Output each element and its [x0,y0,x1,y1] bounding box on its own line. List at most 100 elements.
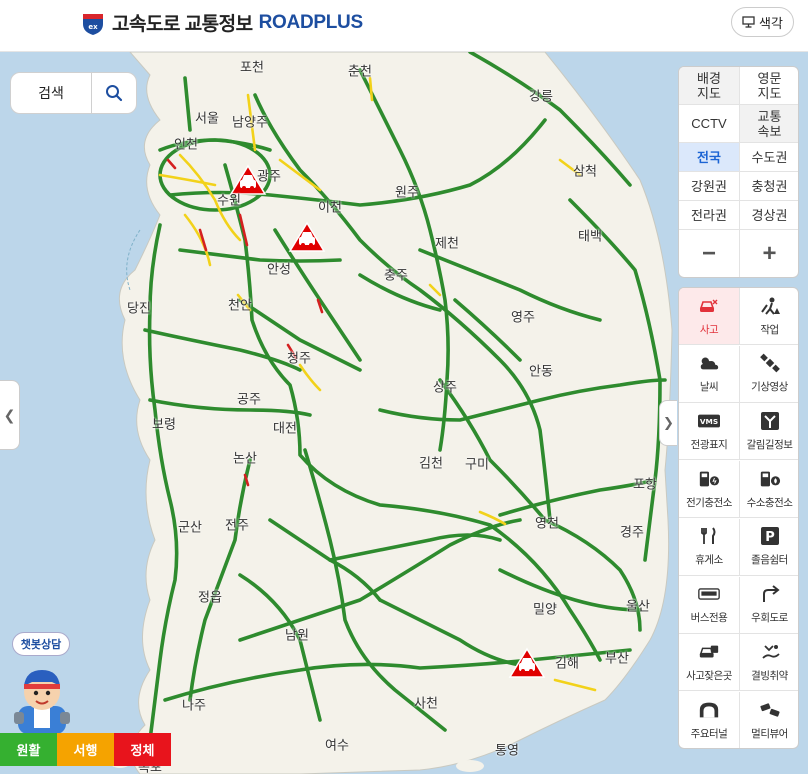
layer-toggle-roadwork[interactable]: 작업 [739,288,798,345]
layer-toggle-label: 우회도로 [751,612,788,624]
city-label: 충주 [384,267,408,283]
brand-name: ROADPLUS [258,11,364,33]
detour-icon [759,584,781,604]
city-label: 인천 [174,136,198,152]
city-label: 춘천 [348,63,372,79]
city-label: 구미 [465,456,489,472]
layer-toggle-label: 결빙취약 [751,669,788,682]
layer-toggle-vms[interactable]: VMS 전광표지 [679,403,739,461]
city-label: 포항 [633,476,657,492]
layer-toggle-parking[interactable]: P 졸음쉼터 [739,518,798,576]
layer-toggle-label: 멀티뷰어 [751,727,788,740]
city-label: 논산 [233,450,257,466]
layer-toggle-weather[interactable]: 날씨 [679,346,739,403]
svg-text:ex: ex [88,23,98,31]
layer-toggle-ev-charger[interactable]: 전기충전소 [679,461,739,519]
weather-icon [698,353,720,373]
layer-toggle-tunnel[interactable]: 주요터널 [679,692,739,748]
layer-toggle-label: 주요터널 [690,727,728,740]
map-type-option[interactable]: 영문 지도 [739,67,798,105]
parking-icon: P [759,526,781,546]
city-label: 김천 [419,455,443,471]
region-tab[interactable]: 수도권 [739,143,798,172]
layer-toggle-label: 졸음쉼터 [751,554,788,567]
search-button[interactable] [92,72,136,114]
right-panel-toggle[interactable]: ❯ [659,400,677,446]
zoom-out-button-label: − [701,240,716,267]
region-tab[interactable]: 강원권 [679,172,739,201]
city-label: 이천 [318,199,342,215]
map-type-option[interactable]: 배경 지도 [679,67,739,105]
region-tab-label: 수도권 [751,149,788,165]
city-label: 전주 [225,517,249,533]
legend-item: 정체 [114,733,171,766]
map-type-option-label: 교통 속보 [757,108,782,139]
layer-toggle-restarea[interactable]: 휴게소 [679,519,739,576]
junction-icon [759,411,781,431]
roadwork-icon [759,296,781,316]
city-label: 안성 [267,261,291,277]
city-label: 남양주 [232,114,268,130]
map-type-option[interactable]: CCTV [679,105,739,143]
region-tab[interactable]: 전라권 [679,201,739,230]
city-label: 영주 [511,309,535,325]
chatbot-label[interactable]: 챗봇상담 [12,632,70,656]
map-type-option[interactable]: 교통 속보 [739,105,798,143]
layer-toggle-label: 사고 [699,323,719,336]
svg-text:P: P [765,530,775,545]
layer-toggle-multiview[interactable]: 멀티뷰어 [739,691,798,748]
icy-road-icon [759,642,781,662]
legend-item: 원활 [0,733,57,766]
city-label: 영천 [535,515,559,531]
app-root: ex 고속도로 교통정보 ROADPLUS 색각 포천 춘천 강릉 서울 남양주… [0,0,808,774]
region-tab[interactable]: 경상권 [739,201,798,230]
layer-toggle-junction[interactable]: 갈림길정보 [739,403,798,461]
layer-toggle-label: 사고잦은곳 [686,669,732,682]
layer-toggle-label: 수소충전소 [746,496,793,509]
city-label: 서울 [195,110,219,126]
search-label[interactable]: 검색 [11,83,91,103]
city-label: 여수 [325,737,349,753]
city-label: 천안 [228,297,252,313]
layer-toggle-bus-lane[interactable]: 버스전용 [679,577,739,634]
map-type-option-label: 영문 지도 [757,70,782,101]
city-label: 안동 [529,363,553,379]
city-label: 경주 [620,524,644,540]
layer-toggle-label: 버스전용 [690,612,728,624]
layer-toggle-icy-road[interactable]: 결빙취약 [739,634,798,692]
ev-charger-icon [698,469,720,489]
city-label: 대전 [273,420,297,436]
traffic-legend: 원활 서행 정체 [0,733,171,766]
zoom-out-button[interactable]: − [679,230,739,277]
zoom-in-button[interactable]: + [739,230,798,277]
city-label: 울산 [626,598,650,614]
city-label: 청주 [287,350,311,366]
legend-item: 서행 [57,733,114,766]
chevron-right-icon: ❯ [663,415,674,430]
zoom-in-button-label: + [762,240,777,267]
region-tab[interactable]: 전국 [679,143,739,172]
city-label: 밀양 [533,601,557,617]
layer-toggle-hydrogen[interactable]: 수소충전소 [739,461,798,519]
city-label: 태백 [578,228,602,244]
left-panel-toggle[interactable]: ❮ [0,380,20,450]
layer-toggle-satellite[interactable]: 기상영상 [739,345,798,403]
chatbot-mascot-icon[interactable] [12,662,72,734]
city-label: 사천 [414,695,438,711]
layer-toggle-label: 갈림길정보 [746,438,793,451]
layer-toggle-label: 날씨 [699,381,719,394]
search-box[interactable]: 검색 [10,72,137,114]
layer-toggle-detour[interactable]: 우회도로 [739,576,798,634]
city-label: 포천 [240,59,264,75]
logo[interactable]: ex 고속도로 교통정보 ROADPLUS [80,9,363,36]
map-type-option-label: CCTV [691,116,727,131]
color-vision-button[interactable]: 색각 [731,7,794,37]
svg-text:VMS: VMS [700,417,718,426]
region-tab[interactable]: 충청권 [739,172,798,201]
city-label: 수원 [217,192,241,208]
accident-prone-icon [698,642,720,662]
restarea-icon [698,526,720,546]
city-label: 삼척 [573,163,597,179]
layer-toggle-accident[interactable]: 사고 [679,288,739,345]
layer-toggle-accident-prone[interactable]: 사고잦은곳 [679,634,739,692]
